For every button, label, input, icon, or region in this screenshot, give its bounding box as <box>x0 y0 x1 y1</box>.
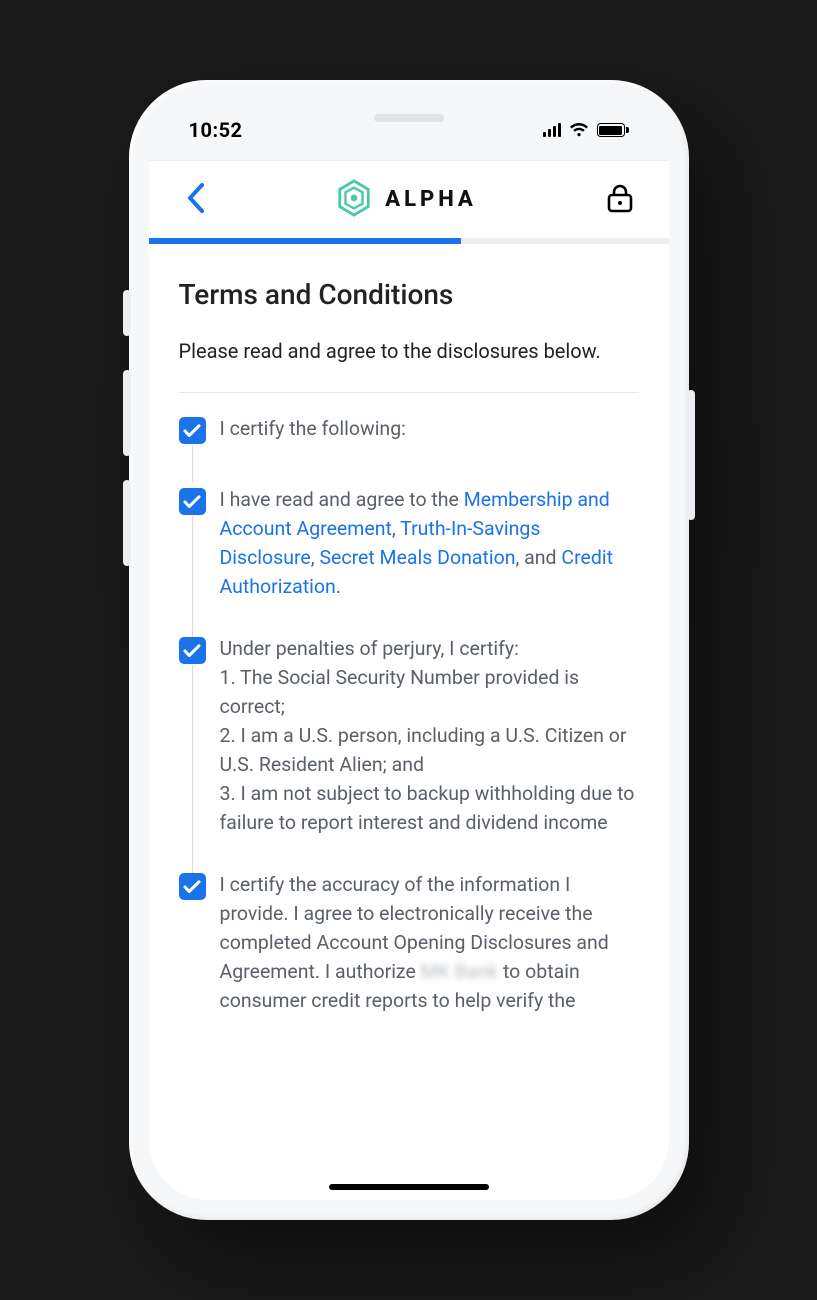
brand: ALPHA <box>335 179 477 221</box>
phone-volume-up <box>123 370 131 456</box>
checklist-item-text: I certify the following: <box>220 415 639 444</box>
checklist-item: Under penalties of perjury, I certify: 1… <box>179 635 639 837</box>
text: . <box>336 575 341 598</box>
text: I have read and agree to the <box>220 488 464 511</box>
checklist: I certify the following: I have read and… <box>179 415 639 1016</box>
link-secret-meals[interactable]: Secret Meals Donation <box>319 546 515 569</box>
phone-notch <box>284 100 534 136</box>
phone-power-button <box>687 390 695 520</box>
checkbox[interactable] <box>179 488 206 515</box>
text: Under penalties of perjury, I certify: <box>220 637 519 660</box>
phone-volume-down <box>123 480 131 566</box>
phone-mockup: 10:52 <box>129 80 689 1220</box>
checklist-item: I certify the accuracy of the informatio… <box>179 871 639 1015</box>
checklist-item-text: Under penalties of perjury, I certify: 1… <box>220 635 639 837</box>
text: 1. The Social Security Number provided i… <box>220 666 580 718</box>
text: , and <box>515 546 561 569</box>
lock-icon[interactable] <box>599 177 641 223</box>
brand-name: ALPHA <box>385 187 477 212</box>
phone-side-button <box>123 290 131 336</box>
checkbox[interactable] <box>179 637 206 664</box>
home-indicator[interactable] <box>329 1184 489 1190</box>
brand-logo-icon <box>335 179 373 221</box>
status-time: 10:52 <box>189 118 243 142</box>
page-title: Terms and Conditions <box>179 278 639 311</box>
cellular-signal-icon <box>543 123 561 137</box>
checklist-item: I certify the following: <box>179 415 639 444</box>
content[interactable]: Terms and Conditions Please read and agr… <box>149 244 669 1200</box>
checklist-item: I have read and agree to the Membership … <box>179 486 639 601</box>
checklist-item-text: I have read and agree to the Membership … <box>220 486 639 601</box>
wifi-icon <box>569 123 589 138</box>
text: 3. I am not subject to backup withholdin… <box>220 782 635 834</box>
app-header: ALPHA <box>149 160 669 238</box>
battery-icon <box>597 123 629 137</box>
page-subtitle: Please read and agree to the disclosures… <box>179 337 639 366</box>
checkbox[interactable] <box>179 417 206 444</box>
checkbox[interactable] <box>179 873 206 900</box>
checklist-item-text: I certify the accuracy of the informatio… <box>220 871 639 1015</box>
screen: 10:52 <box>149 100 669 1200</box>
back-button[interactable] <box>177 177 214 223</box>
text: , <box>392 517 400 540</box>
divider <box>179 392 639 393</box>
text: 2. I am a U.S. person, including a U.S. … <box>220 724 627 776</box>
redacted-text: MK Bank <box>421 960 499 983</box>
speaker-grill <box>374 114 444 122</box>
